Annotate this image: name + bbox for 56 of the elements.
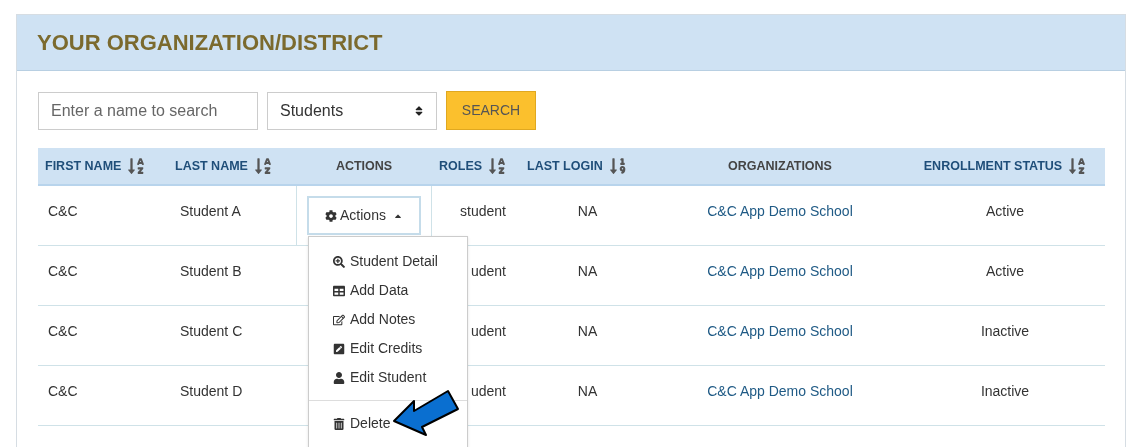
organization-link[interactable]: C&C App Demo School (707, 383, 853, 399)
table-cell: udent (470, 263, 506, 279)
panel-title: YOUR ORGANIZATION/DISTRICT (37, 29, 383, 57)
search-button[interactable]: SEARCH (446, 91, 536, 130)
menu-item[interactable]: Student Detail (309, 247, 467, 276)
column-header: ACTIONS (335, 157, 393, 175)
table-cell: student (460, 203, 506, 219)
table-cell: Inactive (980, 323, 1030, 339)
column-header[interactable]: LAST NAME (175, 156, 248, 176)
table-cell: Active (985, 203, 1025, 219)
table-icon (333, 284, 345, 297)
table-cell: C&C (48, 383, 78, 399)
table-cell: Student C (180, 323, 243, 339)
actions-button[interactable]: Actions (307, 196, 421, 235)
table-cell: Inactive (980, 383, 1030, 399)
sort-alpha-icon[interactable] (1068, 157, 1087, 175)
table-cell: Active (985, 263, 1025, 279)
table-cell: C&C (48, 263, 78, 279)
sort-alpha-icon[interactable] (488, 157, 507, 175)
zoom-in-icon (333, 255, 345, 268)
sort-numeric-icon[interactable] (608, 157, 627, 175)
table-cell: udent (470, 323, 506, 339)
table-cell: Student B (180, 263, 242, 279)
pencil-icon (333, 342, 345, 355)
column-header[interactable]: ENROLLMENT STATUS (923, 156, 1063, 176)
trash-icon (333, 417, 345, 430)
pointer-arrow (392, 389, 460, 439)
table-cell: C&C (48, 323, 78, 339)
sort-alpha-icon[interactable] (253, 157, 272, 175)
menu-item[interactable]: Edit Credits (309, 334, 467, 363)
organization-link[interactable]: C&C App Demo School (707, 203, 853, 219)
menu-item[interactable]: Add Data (309, 276, 467, 305)
organization-link[interactable]: C&C App Demo School (707, 263, 853, 279)
select-arrows-icon (414, 104, 424, 117)
table-cell: C&C (48, 203, 78, 219)
edit-icon (333, 313, 345, 326)
table-cell: Student A (180, 203, 241, 219)
gear-icon (325, 209, 338, 222)
table-cell: NA (577, 263, 598, 279)
menu-item[interactable]: Edit Student (309, 363, 467, 392)
role-select[interactable]: Students (267, 91, 437, 130)
table-cell: Student D (180, 383, 243, 399)
table-cell: NA (577, 323, 598, 339)
table-cell: NA (577, 203, 598, 219)
column-header[interactable]: LAST LOGIN (527, 156, 603, 176)
menu-item[interactable]: Add Notes (309, 305, 467, 334)
sort-alpha-icon[interactable] (127, 157, 146, 175)
search-field[interactable]: Enter a name to search (38, 91, 258, 130)
column-header[interactable]: ROLES (439, 156, 483, 176)
user-icon (333, 371, 345, 384)
column-header: ORGANIZATIONS (728, 157, 832, 175)
column-header[interactable]: FIRST NAME (45, 156, 122, 176)
menu-item[interactable]: Delete (309, 409, 467, 438)
table-cell: NA (577, 383, 598, 399)
table-cell: udent (470, 383, 506, 399)
organization-link[interactable]: C&C App Demo School (707, 323, 853, 339)
